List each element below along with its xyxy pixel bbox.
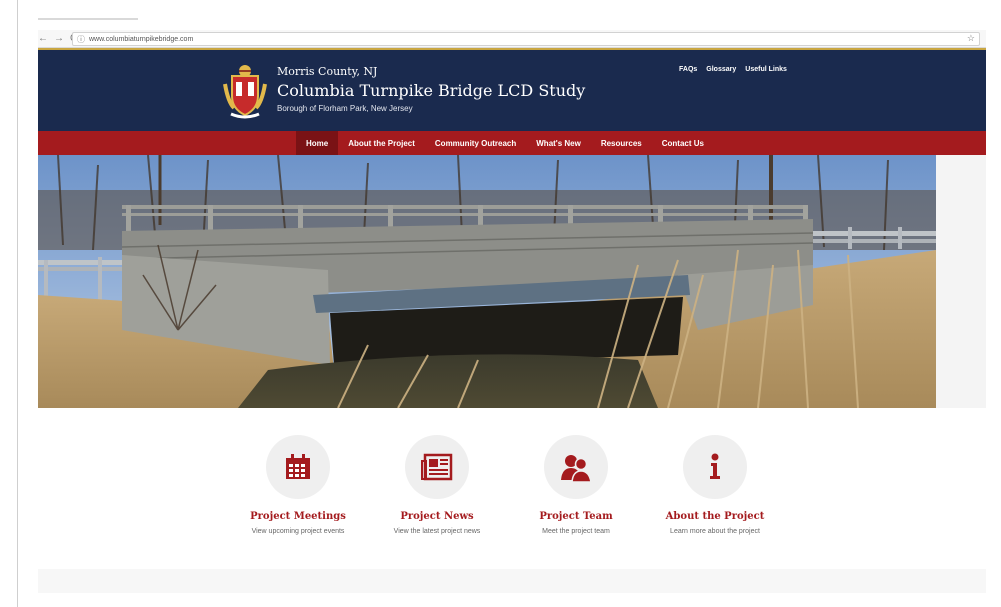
link-useful-links[interactable]: Useful Links [745,66,787,73]
browser-toolbar: ← → C ⓘ www.columbiaturnpikebridge.com ☆ [38,30,986,48]
feature-description: View the latest project news [393,528,481,535]
feature-title[interactable]: Project Team [501,511,651,522]
calendar-icon [286,454,310,479]
feature-project-team[interactable]: Project Team Meet the project team [501,430,651,535]
feature-icon-circle[interactable] [544,435,608,499]
feature-about-the-project[interactable]: About the Project Learn more about the p… [640,430,790,535]
hero-side-gap [936,155,986,408]
site-subtitle: Borough of Florham Park, New Jersey [277,104,413,113]
site-info-icon[interactable]: ⓘ [77,34,85,45]
site-title[interactable]: Columbia Turnpike Bridge LCD Study [277,81,585,100]
link-faqs[interactable]: FAQs [679,66,697,73]
link-glossary[interactable]: Glossary [706,66,736,73]
feature-project-news[interactable]: Project News View the latest project new… [362,430,512,535]
back-arrow-icon[interactable]: ← [38,33,48,44]
footer-band [38,569,986,593]
info-icon [710,453,720,479]
hero-bridge-photo [38,155,936,408]
site-header: Morris County, NJ Columbia Turnpike Brid… [38,50,986,131]
newspaper-icon [421,453,453,481]
feature-description: View upcoming project events [251,528,345,535]
address-url[interactable]: www.columbiaturnpikebridge.com [89,36,193,43]
address-bar[interactable]: ⓘ www.columbiaturnpikebridge.com ☆ [72,32,980,46]
county-crest-logo[interactable] [222,62,268,120]
nav-home[interactable]: Home [296,131,339,155]
feature-project-meetings[interactable]: Project Meetings View upcoming project e… [223,430,373,535]
forward-arrow-icon[interactable]: → [54,33,64,44]
nav-community-outreach[interactable]: Community Outreach [425,131,526,155]
nav-contact-us[interactable]: Contact Us [652,131,714,155]
feature-section: Project Meetings View upcoming project e… [0,430,1001,550]
county-name: Morris County, NJ [277,65,378,78]
feature-description: Learn more about the project [670,528,760,535]
feature-description: Meet the project team [542,528,610,535]
nav-whats-new[interactable]: What's New [526,131,591,155]
bookmark-star-icon[interactable]: ☆ [967,33,975,44]
nav-about-the-project[interactable]: About the Project [338,131,425,155]
team-icon [561,455,592,482]
feature-icon-circle[interactable] [683,435,747,499]
nav-resources[interactable]: Resources [591,131,652,155]
feature-icon-circle[interactable] [266,435,330,499]
feature-icon-circle[interactable] [405,435,469,499]
feature-title[interactable]: About the Project [640,511,790,522]
feature-title[interactable]: Project Meetings [223,511,373,522]
main-navigation: Home About the Project Community Outreac… [38,131,986,155]
feature-title[interactable]: Project News [362,511,512,522]
utility-links: FAQs Glossary Useful Links [679,66,787,73]
browser-tab-strip [38,14,178,22]
